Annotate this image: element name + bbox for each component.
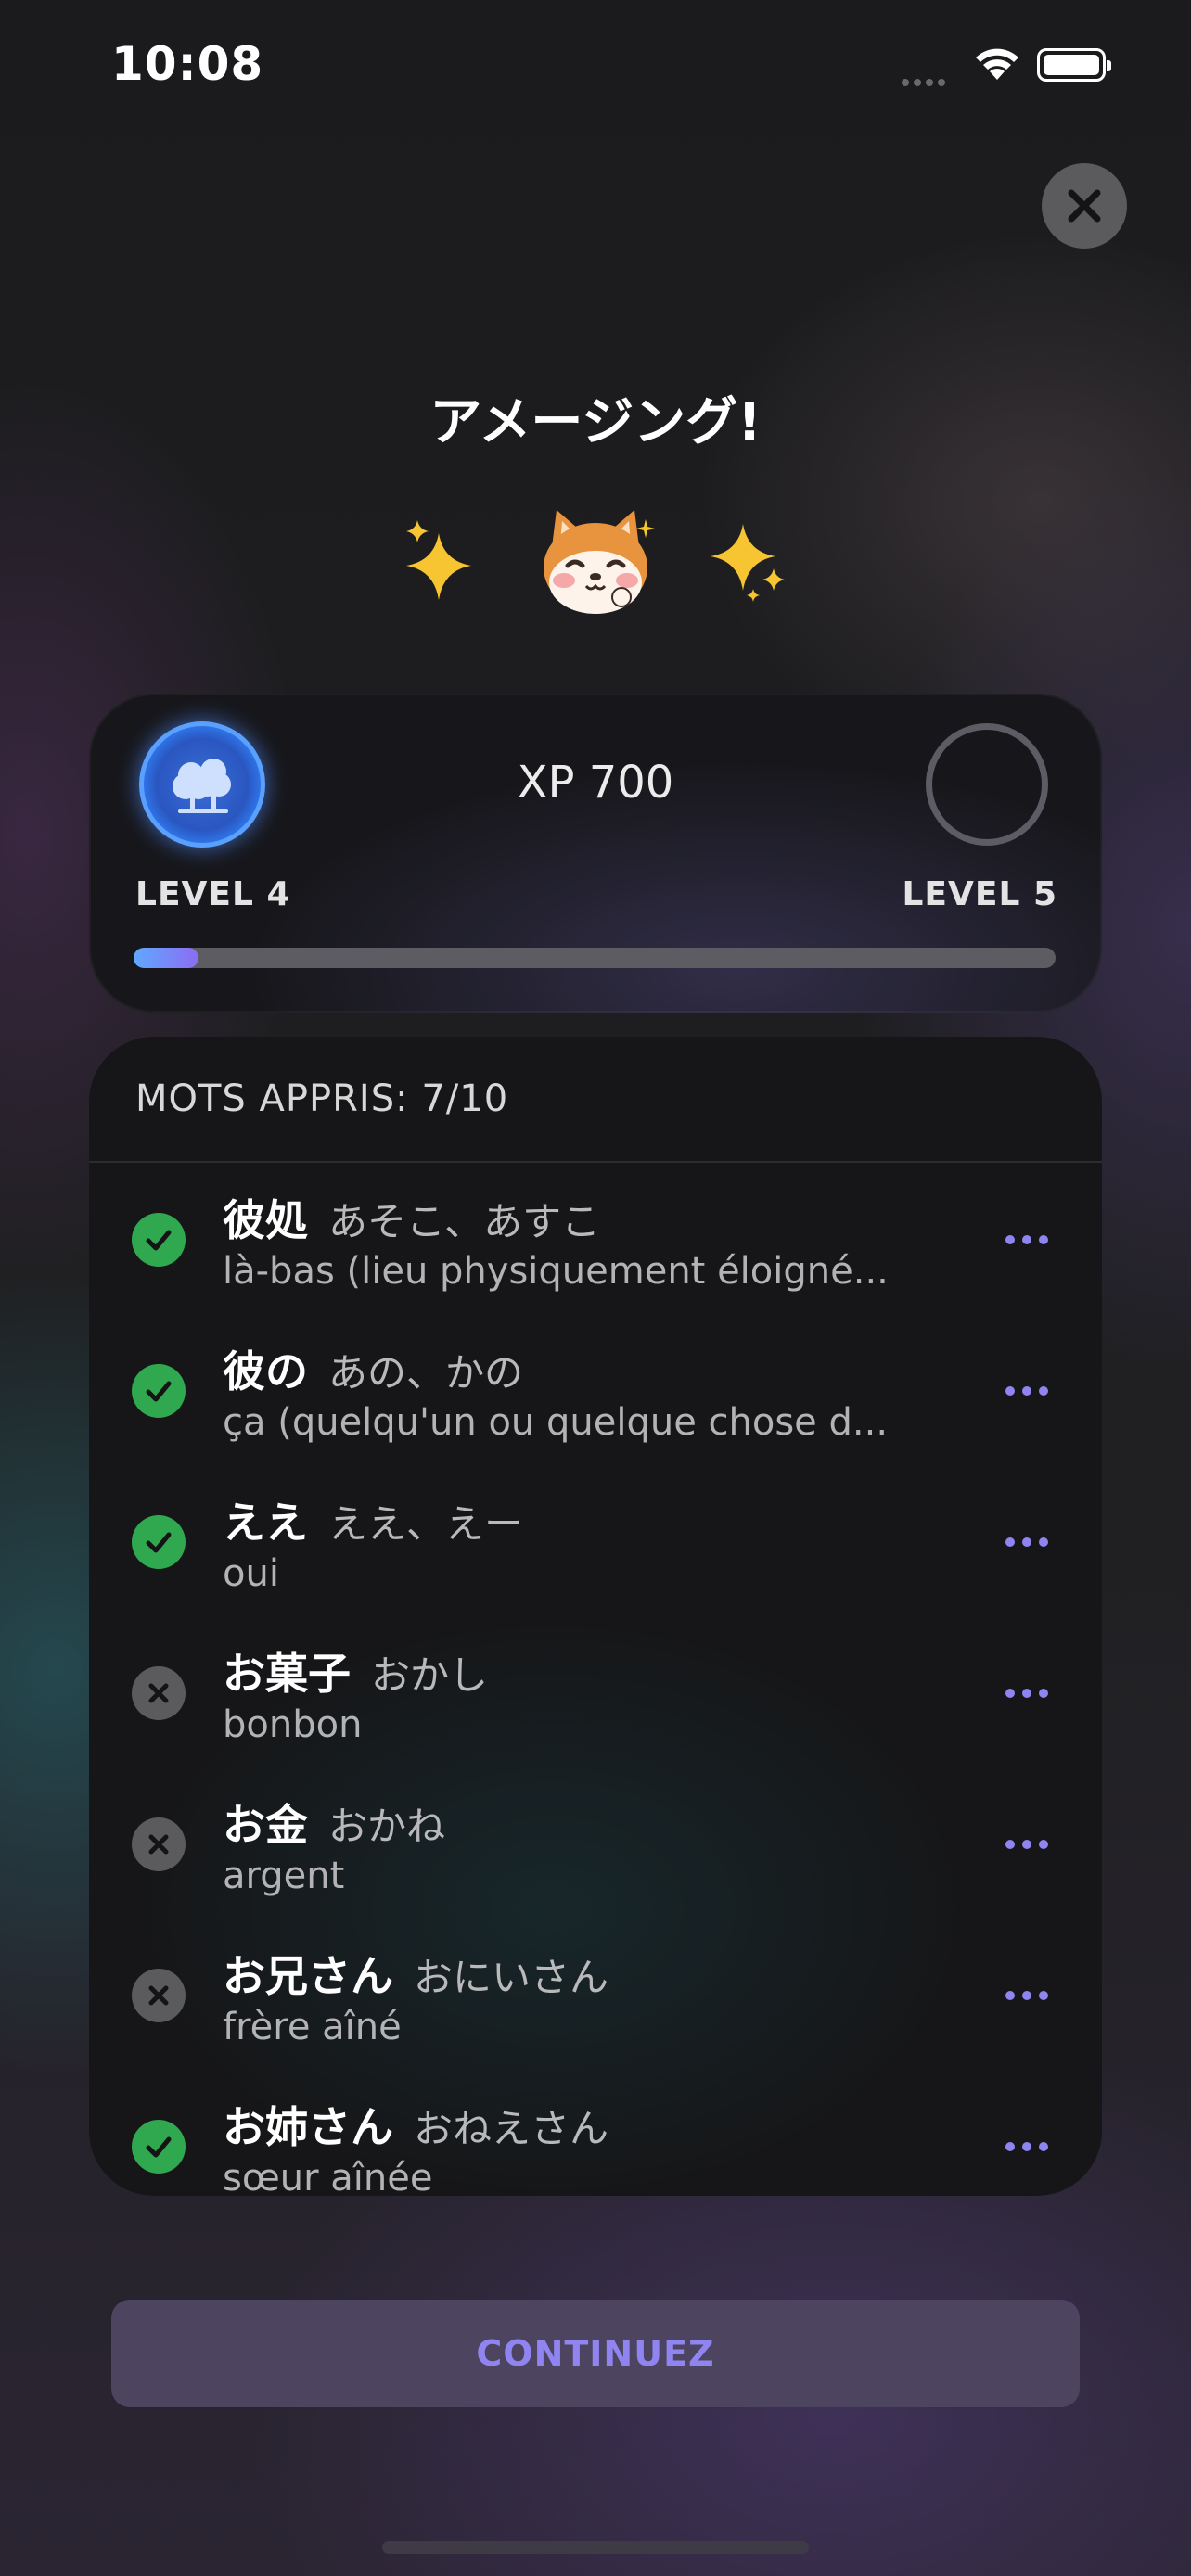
word-list: 彼処 あそこ、あすこ là-bas (lieu physiquement éloig… <box>89 1163 1102 2196</box>
word-reading: あそこ、あすこ <box>328 1199 601 1244</box>
word-meaning: ça (quelqu'un ou quelque chose d... <box>223 1401 889 1444</box>
more-options-icon[interactable] <box>1005 1386 1048 1396</box>
word-meaning: là-bas (lieu physiquement éloigné... <box>223 1250 889 1293</box>
sparkles-icon <box>406 520 471 600</box>
next-level-label: LEVEL 5 <box>902 875 1057 913</box>
word-kanji: 彼の <box>223 1346 308 1396</box>
word-reading: おねえさん <box>414 2106 609 2151</box>
sparkles-icon <box>711 524 785 602</box>
close-icon <box>1068 189 1101 223</box>
word-kanji: ええ <box>223 1498 308 1548</box>
words-count-header: MOTS APPRIS: 7/10 <box>89 1037 1102 1163</box>
xp-progress-bar <box>134 948 1056 968</box>
word-kanji: お兄さん <box>223 1951 393 2001</box>
checkmark-icon <box>132 1364 186 1418</box>
checkmark-icon <box>132 1515 186 1569</box>
word-reading: おにいさん <box>414 1955 609 2000</box>
word-line: お金 おかね <box>223 1792 445 1853</box>
learned-words-card: MOTS APPRIS: 7/10 彼処 あそこ、あすこ là-bas (lieu … <box>89 1037 1102 2196</box>
xp-progress-fill <box>134 948 198 968</box>
more-options-icon[interactable] <box>1005 1689 1048 1698</box>
word-row[interactable]: 彼処 あそこ、あすこ là-bas (lieu physiquement éloig… <box>89 1163 1102 1314</box>
word-meaning: bonbon <box>223 1703 363 1746</box>
word-line: お菓子 おかし <box>223 1640 488 1702</box>
word-row[interactable]: お姉さん おねえさん sœur aînée <box>89 2070 1102 2196</box>
word-reading: おかし <box>371 1652 489 1698</box>
checkmark-icon <box>132 2120 186 2174</box>
more-options-icon[interactable] <box>1005 1235 1048 1244</box>
word-kanji: お金 <box>223 1800 308 1850</box>
word-kanji: お姉さん <box>223 2102 393 2152</box>
cross-icon <box>132 1969 186 2022</box>
more-options-icon[interactable] <box>1005 1537 1048 1547</box>
word-meaning: frère aîné <box>223 2006 402 2048</box>
word-line: 彼処 あそこ、あすこ <box>223 1187 600 1248</box>
word-row[interactable]: お金 おかね argent <box>89 1767 1102 1919</box>
home-indicator <box>382 2541 809 2554</box>
shiba-dog-icon <box>544 510 655 614</box>
xp-progress-card: XP 700 LEVEL 4 LEVEL 5 <box>89 694 1102 1013</box>
word-reading: あの、かの <box>328 1350 524 1396</box>
word-row[interactable]: 彼の あの、かの ça (quelqu'un ou quelque chose d.… <box>89 1314 1102 1465</box>
word-reading: ええ、えー <box>328 1501 524 1547</box>
word-line: お姉さん おねえさん <box>223 2094 608 2155</box>
current-level-label: LEVEL 4 <box>135 875 291 913</box>
cross-icon <box>132 1666 186 1720</box>
wifi-icon <box>972 43 1022 85</box>
word-reading: おかね <box>328 1804 446 1849</box>
word-line: ええ ええ、えー <box>223 1489 523 1550</box>
status-time: 10:08 <box>111 37 264 91</box>
continue-button[interactable]: CONTINUEZ <box>111 2300 1080 2407</box>
word-meaning: oui <box>223 1552 279 1595</box>
word-line: 彼の あの、かの <box>223 1338 523 1399</box>
cross-icon <box>132 1817 186 1871</box>
close-button[interactable] <box>1042 163 1127 249</box>
more-options-icon[interactable] <box>1005 1840 1048 1849</box>
word-meaning: sœur aînée <box>223 2157 433 2196</box>
battery-icon <box>1037 48 1111 82</box>
word-kanji: お菓子 <box>223 1649 351 1699</box>
more-options-icon[interactable] <box>1005 1991 1048 2000</box>
page-title: アメージング! <box>429 392 762 453</box>
word-kanji: 彼処 <box>223 1195 308 1245</box>
word-line: お兄さん おにいさん <box>223 1943 608 2004</box>
status-bar: 10:08 <box>0 0 1191 130</box>
word-row[interactable]: お菓子 おかし bonbon <box>89 1616 1102 1767</box>
celebration-mascot <box>0 501 1191 621</box>
checkmark-icon <box>132 1213 186 1267</box>
word-row[interactable]: ええ ええ、えー oui <box>89 1465 1102 1616</box>
word-meaning: argent <box>223 1855 345 1897</box>
more-options-icon[interactable] <box>1005 2142 1048 2151</box>
cellular-signal-icon <box>902 72 950 90</box>
next-level-badge <box>926 723 1048 846</box>
word-row[interactable]: お兄さん おにいさん frère aîné <box>89 1919 1102 2070</box>
